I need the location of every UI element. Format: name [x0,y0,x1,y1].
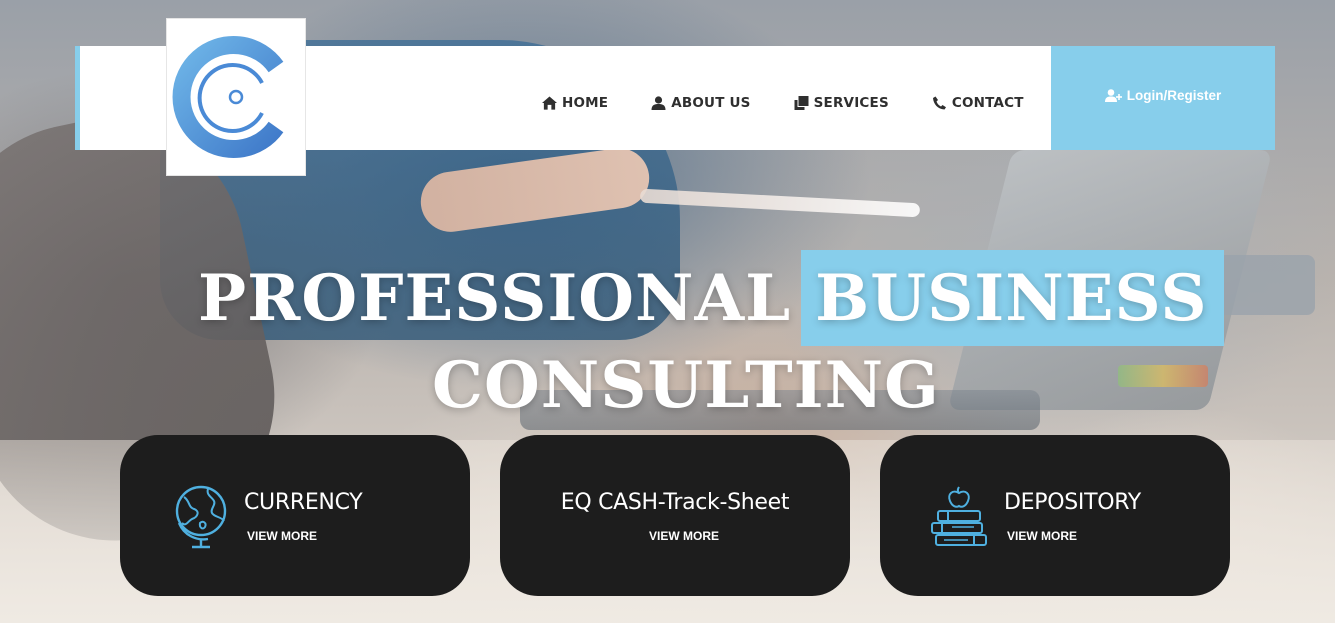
service-card-title: EQ CASH-Track-Sheet [560,490,790,515]
view-more-link[interactable]: VIEW MORE [1007,529,1077,543]
nav-item-label: CONTACT [951,95,1024,111]
service-card-title: CURRENCY [244,490,363,515]
site-logo[interactable] [166,18,306,176]
bg-notebook [1118,365,1208,387]
service-card-currency[interactable]: CURRENCY VIEW MORE [120,435,470,596]
nav-item-about[interactable]: ABOUT US [651,95,750,111]
nav-item-label: HOME [562,95,609,111]
hero-title-part1: PROFESSIONAL [198,260,792,336]
clone-icon [794,96,809,110]
service-card-depository[interactable]: DEPOSITORY VIEW MORE [880,435,1230,596]
home-icon [542,96,557,110]
books-apple-icon [931,486,987,546]
user-icon [651,96,666,110]
bg-phone [1215,255,1315,315]
service-card-title: DEPOSITORY [1004,490,1141,515]
bg-pen [639,188,921,218]
nav-item-services[interactable]: SERVICES [794,95,889,111]
nav-item-label: SERVICES [813,95,889,111]
view-more-link[interactable]: VIEW MORE [247,529,317,543]
user-plus-icon [1104,88,1122,102]
login-register-label: Login/Register [1126,87,1222,103]
hero-title-line1: PROFESSIONAL BUSINESS [198,250,1224,346]
view-more-link[interactable]: VIEW MORE [500,529,868,543]
hero-title-line2: CONSULTING [432,348,940,423]
nav-item-contact[interactable]: CONTACT [932,95,1024,111]
main-nav: HOME ABOUT US SERVICES CONTACT [542,93,1024,113]
c-logo-icon [172,36,284,158]
hero-title-highlight: BUSINESS [801,250,1224,346]
phone-icon [932,96,946,110]
service-card-eq-cash[interactable]: EQ CASH-Track-Sheet VIEW MORE [500,435,850,596]
nav-item-label: ABOUT US [671,95,751,111]
nav-item-home[interactable]: HOME [542,95,608,111]
login-register-button[interactable]: Login/Register [1104,87,1222,103]
login-panel: Login/Register [1051,46,1275,150]
globe-icon [175,485,227,549]
